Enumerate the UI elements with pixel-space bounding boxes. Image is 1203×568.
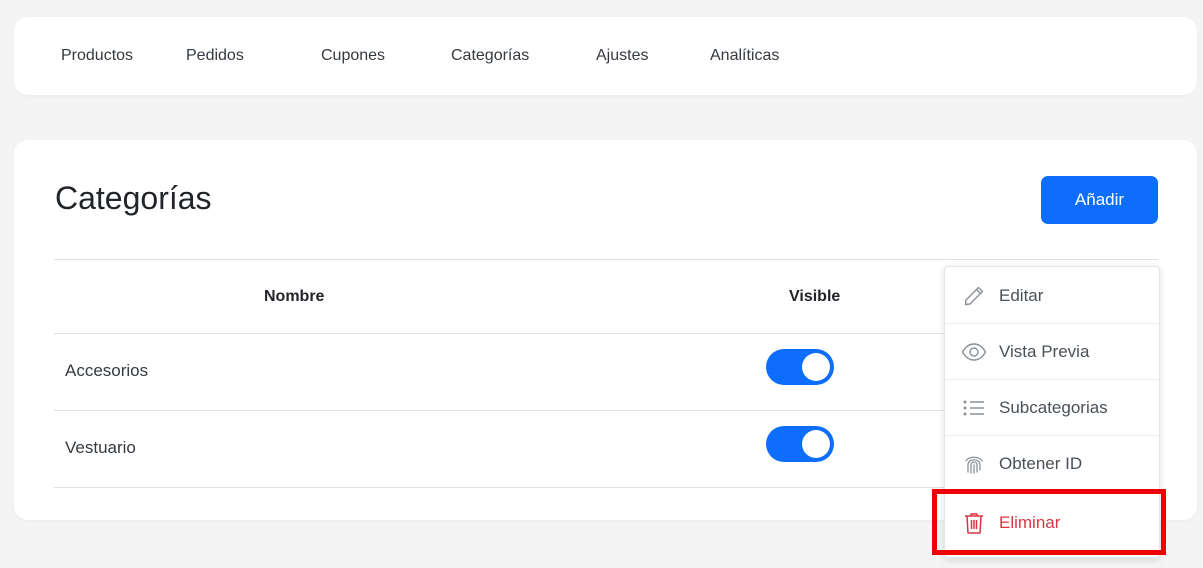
- page-title: Categorías: [55, 180, 212, 216]
- menu-divider: [945, 491, 1159, 492]
- toggle-knob: [802, 353, 830, 381]
- menu-item-obtener-id[interactable]: Obtener ID: [945, 436, 1159, 492]
- menu-item-editar[interactable]: Editar: [945, 268, 1159, 324]
- nav-item-pedidos[interactable]: Pedidos: [186, 47, 244, 65]
- menu-item-subcategorias[interactable]: Subcategorias: [945, 380, 1159, 436]
- row-actions-menu: Editar Vista Previa Subcategorias Obtene…: [944, 266, 1160, 558]
- row-divider: [54, 410, 944, 411]
- nav-item-categorias[interactable]: Categorías: [451, 47, 529, 65]
- table-top-divider: [54, 259, 1158, 260]
- nav-item-analiticas[interactable]: Analíticas: [710, 47, 779, 65]
- header-divider: [54, 333, 944, 334]
- visible-toggle[interactable]: [766, 426, 834, 462]
- category-name: Vestuario: [65, 438, 136, 457]
- toggle-knob: [802, 430, 830, 458]
- nav-item-productos[interactable]: Productos: [61, 47, 133, 65]
- category-name: Accesorios: [65, 361, 149, 380]
- menu-item-label: Subcategorias: [999, 398, 1108, 417]
- trash-icon: [961, 510, 987, 536]
- menu-item-vista-previa[interactable]: Vista Previa: [945, 324, 1159, 380]
- pencil-icon: [961, 283, 987, 309]
- menu-item-label: Obtener ID: [999, 454, 1083, 473]
- menu-item-eliminar[interactable]: Eliminar: [945, 495, 1159, 551]
- nav-item-cupones[interactable]: Cupones: [321, 47, 385, 65]
- visible-toggle[interactable]: [766, 349, 834, 385]
- menu-item-label: Editar: [999, 286, 1044, 305]
- row-divider: [54, 487, 944, 488]
- fingerprint-icon: [961, 451, 987, 477]
- nav-item-ajustes[interactable]: Ajustes: [596, 47, 648, 65]
- top-nav: Productos Pedidos Cupones Categorías Aju…: [14, 17, 1197, 95]
- column-header-visible[interactable]: Visible: [789, 288, 840, 306]
- list-icon: [961, 395, 987, 421]
- menu-item-label: Eliminar: [999, 513, 1061, 532]
- column-header-nombre[interactable]: Nombre: [264, 288, 324, 306]
- eye-icon: [961, 339, 987, 365]
- add-button[interactable]: Añadir: [1041, 176, 1158, 224]
- menu-item-label: Vista Previa: [999, 342, 1090, 361]
